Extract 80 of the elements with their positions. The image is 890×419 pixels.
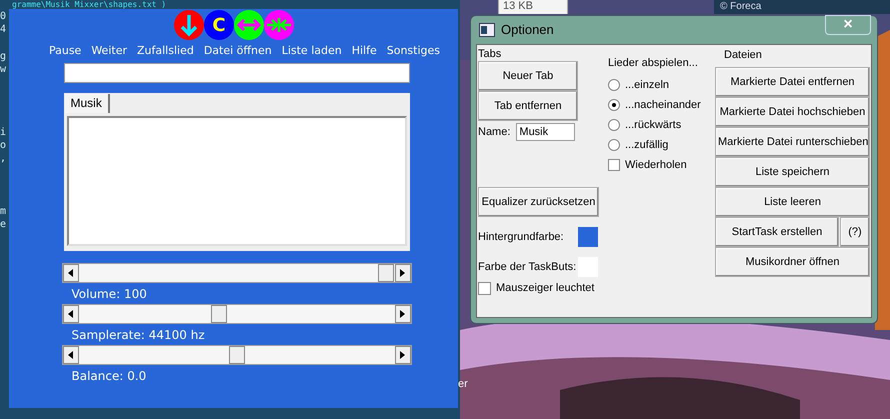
console-text: m: [0, 205, 8, 218]
scroll-left-button[interactable]: [62, 264, 78, 282]
console-text: e: [0, 218, 8, 231]
radio-label: ...zufällig: [625, 138, 668, 153]
radio-button[interactable]: [608, 99, 620, 111]
menu-item[interactable]: Weiter: [91, 43, 127, 60]
radio-label: ...einzeln: [625, 78, 670, 93]
window-icon: [479, 23, 495, 37]
scroll-thumb[interactable]: [211, 304, 228, 322]
music-folder-button[interactable]: Musikordner öffnen: [715, 247, 870, 277]
right-triangle-icon: [400, 310, 405, 318]
console-text: 4: [0, 23, 8, 36]
slider-label: Samplerate: 44100 hz: [72, 326, 206, 344]
file-action-button[interactable]: Liste speichern: [715, 157, 870, 187]
left-triangle-icon: [68, 268, 73, 276]
console-text: o: [0, 139, 8, 152]
radio-button[interactable]: [608, 119, 620, 131]
color-label: Farbe der TaskButs:: [478, 260, 578, 275]
scrollbar[interactable]: [62, 262, 412, 282]
playlist-box[interactable]: [66, 116, 406, 246]
window-title: Optionen: [501, 21, 554, 40]
name-label: Name:: [478, 124, 510, 140]
checkbox-label: Mauszeiger leuchtet: [496, 281, 594, 296]
color-label: Hintergrundfarbe:: [478, 230, 565, 245]
slider-label: Balance: 0.0: [72, 368, 148, 384]
radio-label: ...rückwärts: [625, 118, 682, 133]
checkbox-label: Wiederholen: [625, 158, 687, 173]
scrollbar[interactable]: [62, 304, 412, 324]
console-text: gramme\Musik Mixxer\shapes.txt ): [12, 0, 166, 9]
right-triangle-icon: [400, 268, 405, 276]
starttask-button[interactable]: StartTask erstellen: [715, 217, 839, 247]
scroll-right-button[interactable]: [394, 346, 410, 364]
menu-item[interactable]: Hilfe: [352, 43, 377, 60]
expand-arrows-icon[interactable]: [234, 10, 264, 40]
tab[interactable]: Musik: [64, 94, 110, 112]
menu-item[interactable]: Datei öffnen: [204, 43, 272, 60]
right-triangle-icon: [400, 350, 405, 358]
file-action-button[interactable]: Liste leeren: [715, 187, 870, 217]
group-label: Dateien: [724, 48, 763, 63]
file-action-button[interactable]: Markierte Datei hochschieben: [715, 97, 870, 127]
shrink-arrows-icon[interactable]: [264, 10, 294, 40]
checkbox[interactable]: [478, 282, 491, 295]
menu-item[interactable]: Liste laden: [282, 43, 342, 60]
checkbox[interactable]: [608, 159, 620, 171]
console-text: w: [0, 63, 8, 76]
console-text: i: [0, 126, 8, 139]
scroll-thumb[interactable]: [378, 264, 394, 282]
slider-label: Volume: 100: [72, 286, 148, 302]
desktop-label: er: [458, 377, 468, 392]
name-field[interactable]: Musik: [516, 123, 576, 141]
scrollbar[interactable]: [62, 344, 412, 364]
console-text: 0: [0, 10, 8, 23]
letter-icon[interactable]: C: [204, 10, 234, 40]
console-text: ,: [0, 152, 8, 165]
scroll-thumb[interactable]: [228, 346, 244, 364]
left-triangle-icon: [68, 310, 73, 318]
tab-action-button[interactable]: Neuer Tab: [478, 61, 578, 91]
search-field[interactable]: [64, 62, 410, 82]
group-label: Lieder abspielen...: [608, 56, 699, 71]
file-action-button[interactable]: Markierte Datei entfernen: [715, 67, 870, 97]
scroll-left-button[interactable]: [62, 304, 78, 322]
weather-credit: © Foreca: [720, 1, 762, 13]
equalizer-reset-button[interactable]: Equalizer zurücksetzen: [478, 187, 599, 217]
file-action-button[interactable]: Markierte Datei runterschieben: [715, 127, 870, 157]
help-button[interactable]: (?): [840, 217, 870, 247]
left-triangle-icon: [68, 350, 73, 358]
menu-item[interactable]: Pause: [48, 43, 82, 60]
scroll-right-button[interactable]: [394, 264, 410, 282]
menu-item[interactable]: Sonstiges: [386, 43, 440, 60]
scroll-right-button[interactable]: [394, 304, 410, 322]
tab-action-button[interactable]: Tab entfernen: [478, 91, 578, 121]
menu-item[interactable]: Zufallslied: [137, 43, 194, 60]
scroll-left-button[interactable]: [62, 346, 78, 364]
group-label: Tabs: [478, 47, 502, 61]
radio-button[interactable]: [608, 79, 620, 91]
radio-label: ...nacheinander: [625, 98, 701, 113]
color-swatch[interactable]: [578, 227, 598, 247]
console-text: g: [0, 50, 8, 63]
radio-button[interactable]: [608, 139, 620, 151]
file-size: 13 KB: [503, 0, 534, 12]
